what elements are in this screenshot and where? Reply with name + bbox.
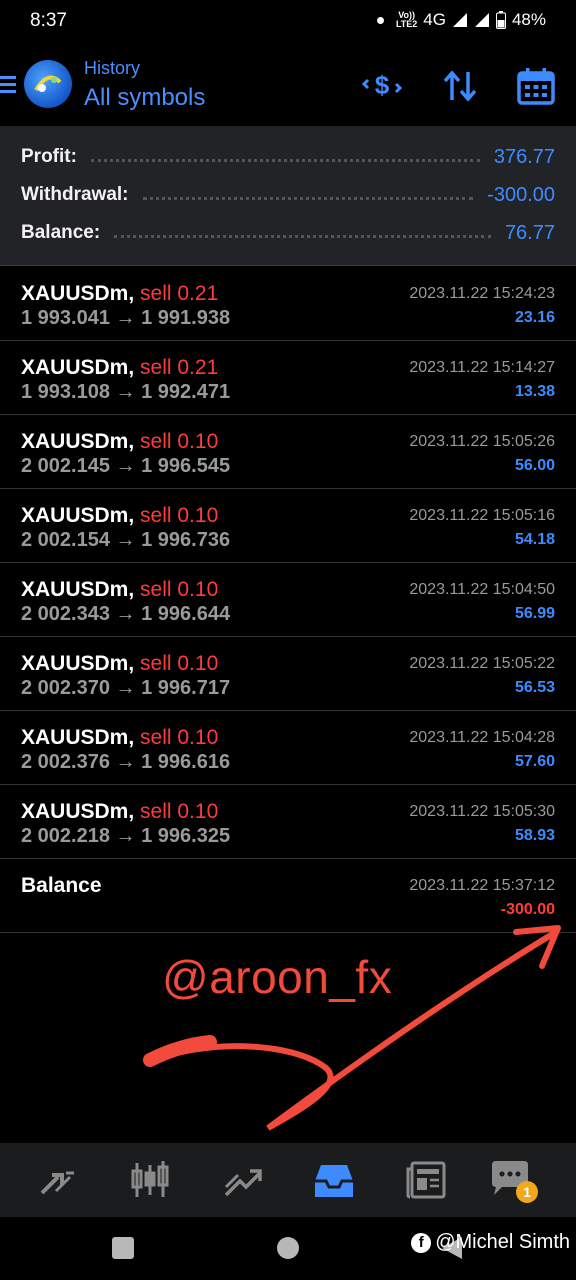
trade-prices: 2 002.154 → 1 996.736 — [21, 529, 231, 551]
trade-prices: 2 002.145 → 1 996.545 — [21, 455, 231, 477]
trade-symbol: XAUUSDm, — [21, 430, 135, 453]
trade-side: sell 0.10 — [140, 726, 219, 749]
home-button[interactable] — [277, 1237, 299, 1259]
summary-panel: Profit: 376.77 Withdrawal: -300.00 Balan… — [0, 126, 576, 266]
recent-apps-button[interactable] — [112, 1237, 134, 1259]
trade-prices: 2 002.343 → 1 996.644 — [21, 603, 231, 625]
status-time: 8:37 — [30, 10, 67, 31]
trade-time: 2023.11.22 15:05:22 — [409, 655, 555, 672]
message-count-badge: 1 — [516, 1181, 538, 1203]
dotted-leader — [90, 158, 480, 162]
bottom-tab-bar: 1 — [0, 1143, 576, 1217]
trade-row[interactable]: XAUUSDm, sell 0.10 2 002.370 → 1 996.717… — [0, 637, 576, 711]
chart-icon[interactable] — [127, 1157, 173, 1203]
withdrawal-label: Withdrawal: — [21, 184, 129, 205]
trade-profit: 56.99 — [514, 605, 555, 622]
trade-side: sell 0.10 — [140, 578, 219, 601]
profit-value: 376.77 — [493, 145, 555, 168]
trade-profit: 13.38 — [514, 383, 555, 400]
balance-row: Balance: 76.77 — [21, 219, 555, 247]
trade-prices: 2 002.218 → 1 996.325 — [21, 825, 231, 847]
watermark-text: @aroon_fx — [162, 951, 393, 1003]
notification-dot-icon — [376, 16, 384, 24]
sort-icon[interactable] — [440, 66, 480, 106]
trade-time: 2023.11.22 15:05:16 — [409, 507, 555, 524]
trade-time: 2023.11.22 15:04:50 — [409, 581, 555, 598]
header-title[interactable]: All symbols — [84, 84, 205, 112]
facebook-icon: f — [411, 1232, 432, 1253]
svg-text:$: $ — [375, 70, 390, 100]
trade-time: 2023.11.22 15:14:27 — [409, 359, 555, 376]
status-bar: 8:37 Vo)) LTE2 4G 48% — [0, 0, 576, 44]
trade-row[interactable]: XAUUSDm, sell 0.10 2 002.343 → 1 996.644… — [0, 563, 576, 637]
trade-time: 2023.11.22 15:05:30 — [409, 803, 555, 820]
trade-prices: 2 002.370 → 1 996.717 — [21, 677, 231, 699]
trade-row[interactable]: XAUUSDm, sell 0.21 1 993.108 → 1 992.471… — [0, 341, 576, 415]
calendar-icon[interactable] — [516, 66, 556, 106]
withdrawal-row: Withdrawal: -300.00 — [21, 181, 555, 209]
trade-profit: 56.00 — [514, 457, 555, 474]
trade-side: sell 0.10 — [140, 430, 219, 453]
news-icon[interactable] — [404, 1157, 450, 1203]
profit-label: Profit: — [21, 146, 77, 167]
balance-label: Balance: — [21, 222, 101, 243]
trade-side: sell 0.21 — [140, 282, 219, 305]
trade-profit: 58.93 — [514, 827, 555, 844]
trade-side: sell 0.10 — [140, 800, 219, 823]
signal-icon — [452, 13, 467, 27]
trade-profit: 57.60 — [514, 753, 555, 770]
trade-row[interactable]: XAUUSDm, sell 0.10 2 002.145 → 1 996.545… — [0, 415, 576, 489]
trade-icon[interactable] — [220, 1157, 266, 1203]
dotted-leader — [142, 196, 474, 200]
trade-row[interactable]: XAUUSDm, sell 0.10 2 002.376 → 1 996.616… — [0, 711, 576, 785]
withdrawal-value: -300.00 — [487, 183, 555, 206]
trade-row[interactable]: XAUUSDm, sell 0.10 2 002.154 → 1 996.736… — [0, 489, 576, 563]
balance-entry-row[interactable]: Balance 2023.11.22 15:37:12 -300.00 — [0, 859, 576, 933]
menu-icon[interactable] — [0, 74, 16, 94]
network-type: 4G — [423, 10, 446, 29]
credit-watermark: f @Michel Simth — [411, 1231, 570, 1254]
trade-symbol: XAUUSDm, — [21, 726, 135, 749]
trade-row[interactable]: XAUUSDm, sell 0.21 1 993.041 → 1 991.938… — [0, 267, 576, 341]
dollar-swap-icon[interactable]: $ — [362, 66, 402, 106]
volte-icon: Vo)) LTE2 — [395, 10, 418, 29]
trade-symbol: XAUUSDm, — [21, 800, 135, 823]
balance-value: 76.77 — [504, 221, 555, 244]
history-icon[interactable] — [311, 1157, 357, 1203]
trade-time: 2023.11.22 15:05:26 — [409, 433, 555, 450]
trade-symbol: XAUUSDm, — [21, 652, 135, 675]
system-nav-bar: f @Michel Simth — [0, 1217, 576, 1280]
trade-symbol: XAUUSDm, — [21, 282, 135, 305]
battery-percent: 48% — [511, 10, 546, 29]
balance-entry-label: Balance — [21, 874, 102, 897]
app-logo — [24, 60, 72, 108]
trade-time: 2023.11.22 15:24:23 — [409, 285, 555, 302]
app-header: History All symbols $ — [0, 44, 576, 126]
profit-row: Profit: 376.77 — [21, 143, 555, 171]
balance-entry-time: 2023.11.22 15:37:12 — [409, 877, 555, 894]
dotted-leader — [114, 234, 491, 238]
trade-side: sell 0.21 — [140, 356, 219, 379]
trade-side: sell 0.10 — [140, 504, 219, 527]
battery-icon — [495, 11, 506, 29]
trade-symbol: XAUUSDm, — [21, 504, 135, 527]
trade-prices: 1 993.108 → 1 992.471 — [21, 381, 231, 403]
trade-profit: 23.16 — [514, 309, 555, 326]
trade-time: 2023.11.22 15:04:28 — [409, 729, 555, 746]
credit-text: @Michel Simth — [435, 1231, 570, 1253]
trade-prices: 2 002.376 → 1 996.616 — [21, 751, 231, 773]
trade-profit: 56.53 — [514, 679, 555, 696]
balance-entry-amount: -300.00 — [500, 901, 555, 918]
trade-prices: 1 993.041 → 1 991.938 — [21, 307, 231, 329]
trade-symbol: XAUUSDm, — [21, 356, 135, 379]
messages-tab[interactable]: 1 — [488, 1157, 544, 1203]
quotes-icon[interactable] — [34, 1157, 80, 1203]
status-icons: Vo)) LTE2 4G 48% — [376, 10, 546, 30]
trade-row[interactable]: XAUUSDm, sell 0.10 2 002.218 → 1 996.325… — [0, 785, 576, 859]
trade-profit: 54.18 — [514, 531, 555, 548]
signal-icon-2 — [474, 13, 489, 27]
trade-symbol: XAUUSDm, — [21, 578, 135, 601]
header-subtitle: History — [84, 58, 141, 78]
trade-side: sell 0.10 — [140, 652, 219, 675]
